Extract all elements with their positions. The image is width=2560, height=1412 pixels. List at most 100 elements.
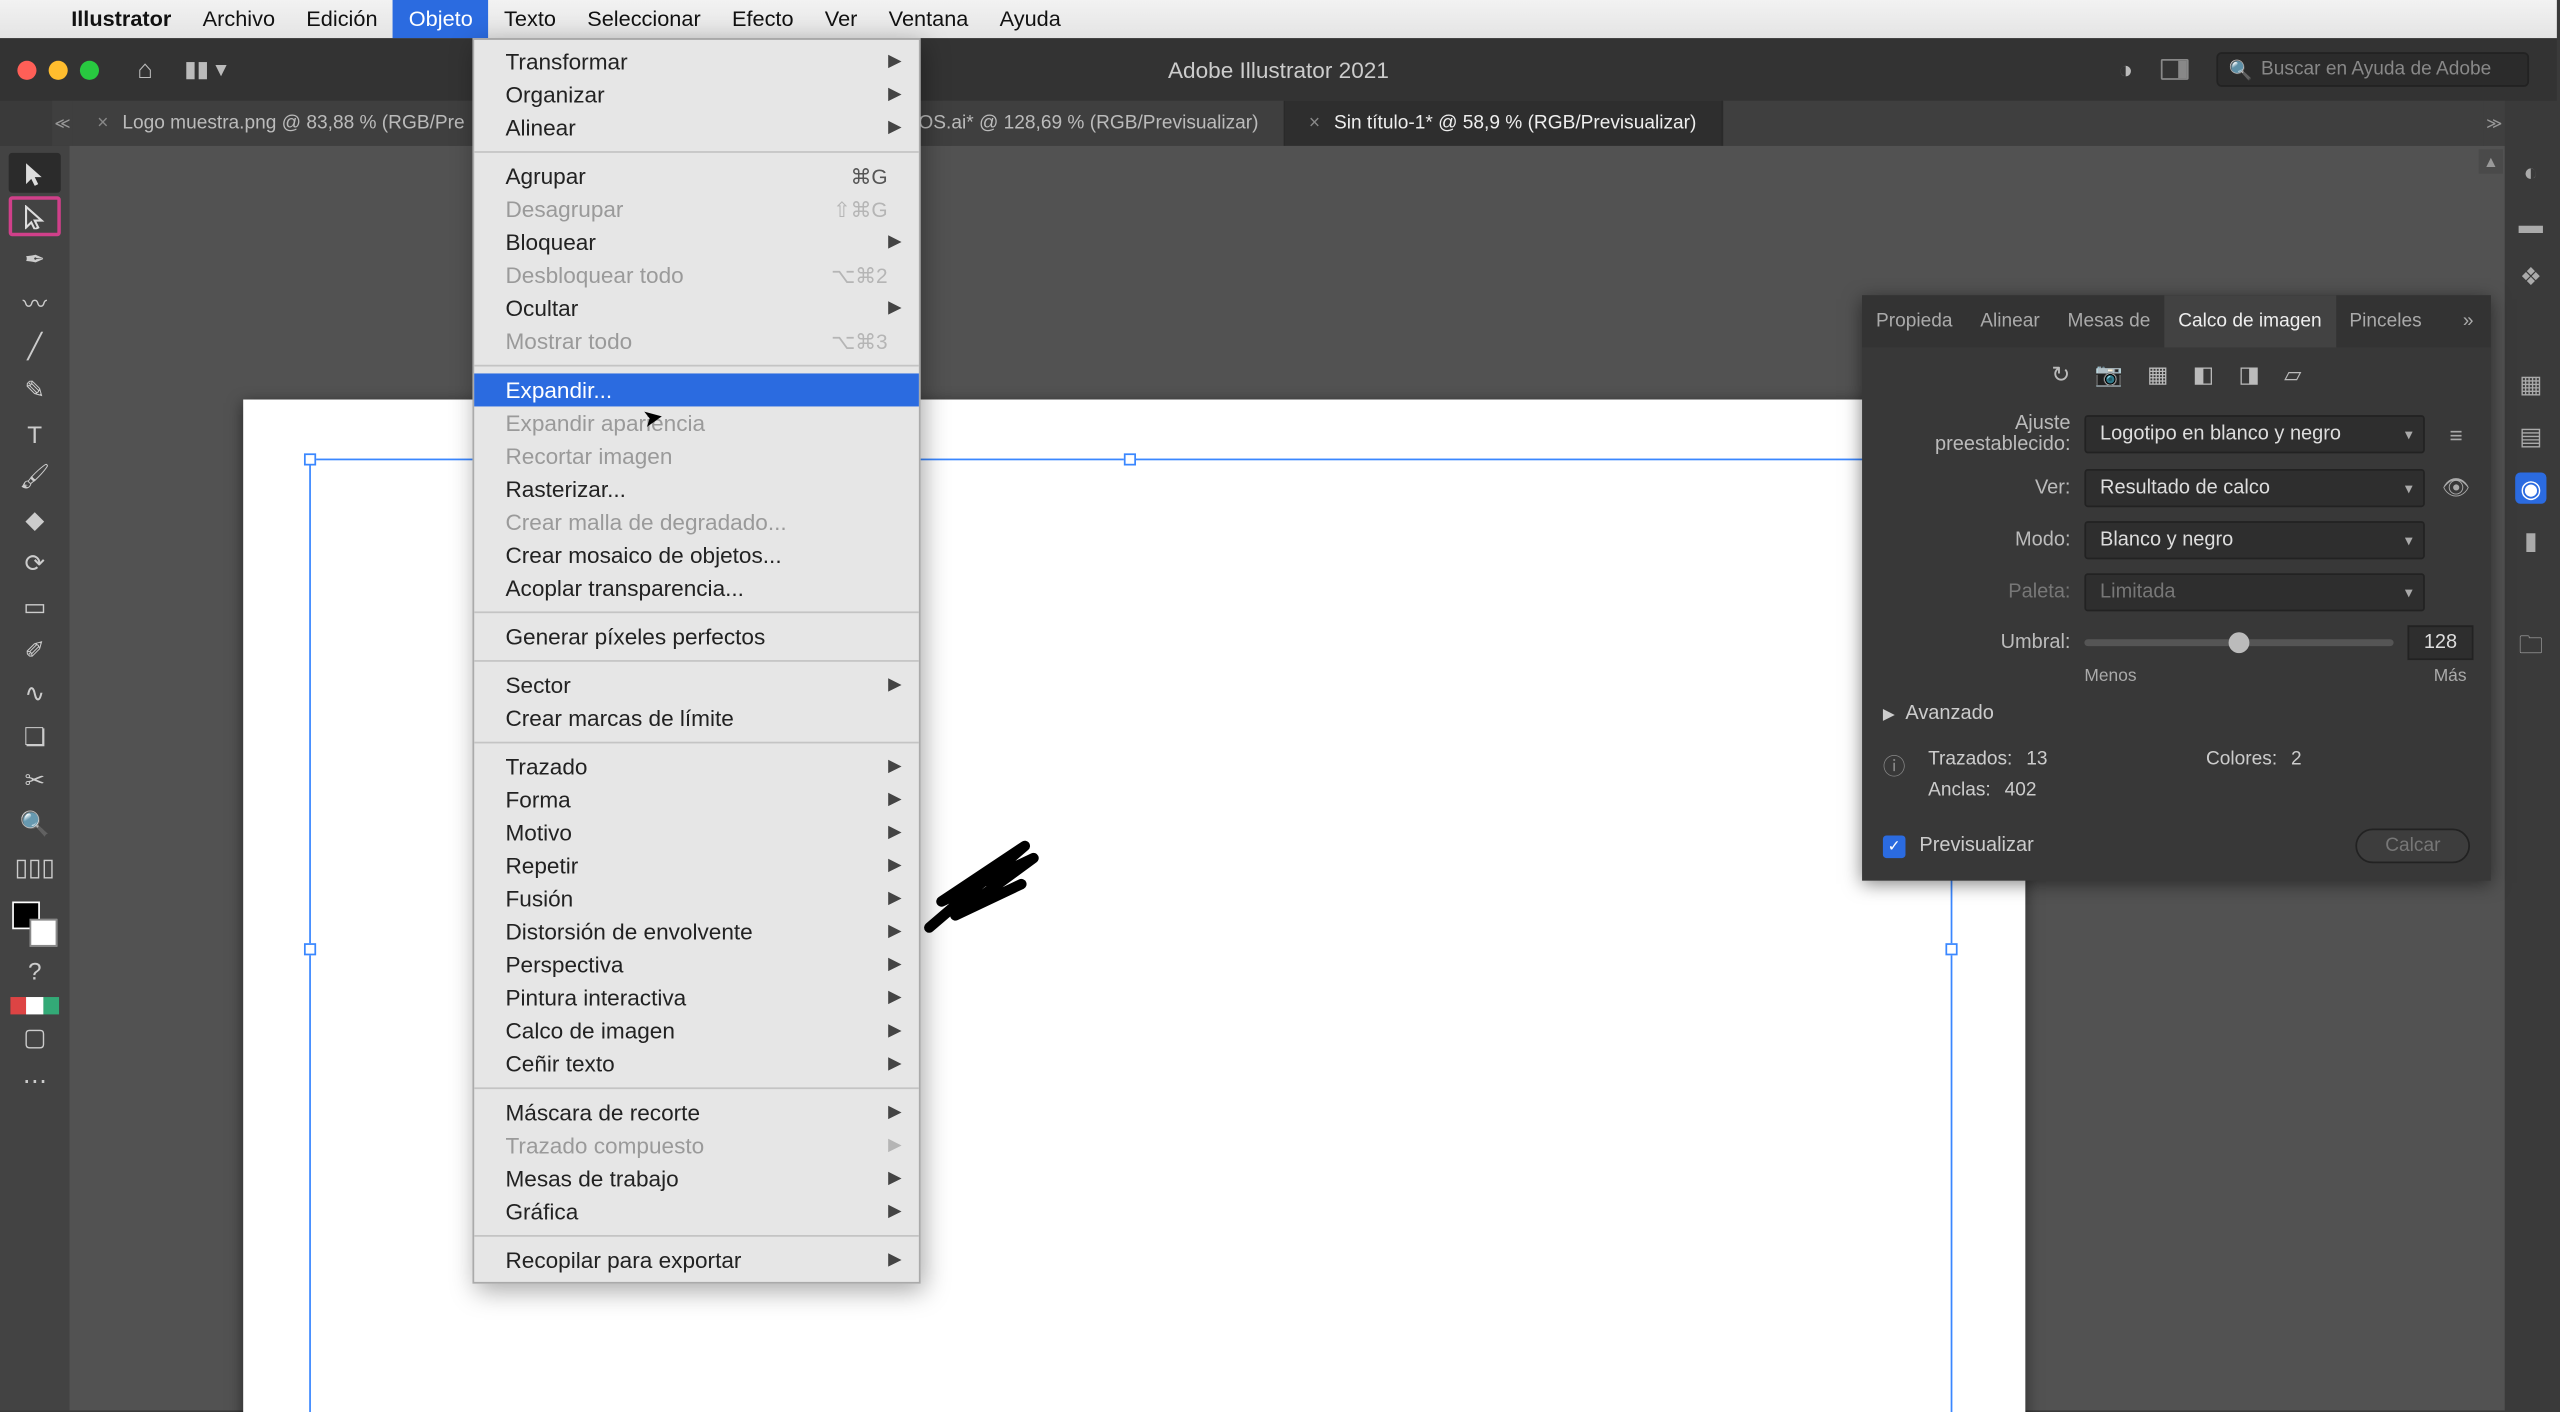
menu-item[interactable]: Crear marcas de límite [474, 702, 919, 735]
menu-item[interactable]: Repetir▶ [474, 849, 919, 882]
rotate-tool[interactable]: ⟳ [9, 544, 61, 584]
home-icon[interactable]: ⌂ [137, 55, 153, 85]
panel-tab[interactable]: Propieda [1862, 295, 1966, 347]
menu-item[interactable]: Perspectiva▶ [474, 948, 919, 981]
menu-item[interactable]: Rasterizar... [474, 472, 919, 505]
asset-export-icon[interactable]: 🗀 [2515, 632, 2546, 663]
color-panel-icon[interactable]: ▬ [2515, 208, 2546, 239]
graph-tool[interactable]: ▯▯▯ [9, 848, 61, 888]
menu-item[interactable]: Gráfica▶ [474, 1195, 919, 1228]
menu-item-objeto[interactable]: Objeto [393, 0, 488, 38]
brush-tool[interactable]: 🖌 [9, 457, 61, 497]
menu-item[interactable]: Calco de imagen▶ [474, 1014, 919, 1047]
menu-item[interactable]: Alinear▶ [474, 111, 919, 144]
workspace-toggle-icon[interactable] [2161, 59, 2189, 80]
line-tool[interactable]: ╱ [9, 327, 61, 367]
menu-item[interactable]: Crear mosaico de objetos... [474, 538, 919, 571]
menu-item[interactable]: Organizar▶ [474, 78, 919, 111]
gray-icon[interactable]: ◨ [2238, 361, 2259, 389]
menu-item[interactable]: Máscara de recorte▶ [474, 1096, 919, 1129]
panel-tab[interactable]: Alinear [1966, 295, 2053, 347]
resize-handle[interactable] [304, 453, 316, 465]
resize-handle[interactable] [1124, 453, 1136, 465]
menu-item[interactable]: Recopilar para exportar▶ [474, 1244, 919, 1277]
scroll-up-icon[interactable]: ▲ [2479, 149, 2503, 173]
menu-item[interactable]: Mesas de trabajo▶ [474, 1162, 919, 1195]
menu-item-ver[interactable]: Ver [809, 0, 873, 38]
user-sync-icon[interactable]: ◑ [2118, 56, 2133, 84]
panel-more-icon[interactable]: » [2445, 295, 2490, 347]
menu-item[interactable]: Forma▶ [474, 783, 919, 816]
properties-panel-icon[interactable]: ◐ [2515, 156, 2546, 187]
menu-item-ayuda[interactable]: Ayuda [984, 0, 1076, 38]
photo-icon[interactable]: 📷 [2095, 361, 2123, 389]
eye-icon[interactable]: 👁 [2439, 474, 2474, 502]
tab-scroll-left[interactable]: ≪ [52, 101, 73, 146]
edit-toolbar-icon[interactable]: ⋯ [9, 1061, 61, 1101]
zoom-tool[interactable]: 🔍 [9, 804, 61, 844]
menu-item[interactable]: Motivo▶ [474, 816, 919, 849]
high-icon[interactable]: ▦ [2147, 361, 2168, 389]
menu-item-archivo[interactable]: Archivo [187, 0, 291, 38]
menu-item[interactable]: Agrupar⌘G [474, 160, 919, 193]
color-chips[interactable] [12, 902, 57, 947]
help-search-input[interactable]: 🔍 Buscar en Ayuda de Adobe [2216, 52, 2529, 87]
menu-item[interactable]: Bloquear▶ [474, 226, 919, 259]
tab-scroll-right[interactable]: ≫ [2484, 101, 2505, 146]
eyedropper-tool[interactable]: ✐ [9, 631, 61, 671]
maximize-icon[interactable] [80, 60, 99, 79]
low-icon[interactable]: ◧ [2193, 361, 2214, 389]
panel-tab[interactable]: Mesas de [2054, 295, 2165, 347]
menu-item-edición[interactable]: Edición [291, 0, 393, 38]
symbol-tool-icon[interactable]: ❏ [9, 717, 61, 757]
pen-tool[interactable]: ✒ [9, 240, 61, 280]
appearance-panel-icon[interactable]: ◉ [2515, 472, 2546, 503]
menu-item[interactable]: Distorsión de envolvente▶ [474, 915, 919, 948]
resize-handle[interactable] [304, 943, 316, 955]
pen-tool-alt[interactable]: ✎ [9, 370, 61, 410]
menu-item[interactable]: Sector▶ [474, 669, 919, 702]
menu-item-ventana[interactable]: Ventana [873, 0, 984, 38]
panel-tab[interactable]: Pinceles [2336, 295, 2436, 347]
close-tab-icon[interactable]: × [1309, 113, 1320, 134]
layers-panel-icon[interactable]: ❖ [2515, 261, 2546, 292]
slice-tool[interactable]: ✂ [9, 761, 61, 801]
view-select[interactable]: Resultado de calco▾ [2084, 469, 2424, 507]
threshold-slider[interactable] [2084, 639, 2393, 646]
shape-builder-tool[interactable]: ◆ [9, 500, 61, 540]
menu-item[interactable]: Fusión▶ [474, 882, 919, 915]
fill-toggle-icon[interactable]: ? [9, 950, 61, 990]
menu-item[interactable]: Transformar▶ [474, 45, 919, 78]
app-name[interactable]: Illustrator [56, 7, 187, 31]
menu-item-efecto[interactable]: Efecto [716, 0, 809, 38]
arrange-documents-icon[interactable]: ▮▮ ▾ [184, 56, 226, 84]
document-tab[interactable]: ×Logo muestra.png @ 83,88 % (RGB/Pre [73, 101, 491, 146]
curvature-tool[interactable]: 〰 [9, 283, 61, 323]
menu-item-seleccionar[interactable]: Seleccionar [572, 0, 717, 38]
direct-selection-tool[interactable] [9, 196, 61, 236]
menu-item[interactable]: Pintura interactiva▶ [474, 981, 919, 1014]
preview-checkbox[interactable]: ✓ [1883, 835, 1906, 858]
type-tool[interactable]: T [9, 413, 61, 453]
trace-button[interactable]: Calcar [2356, 829, 2470, 864]
resize-handle[interactable] [1945, 943, 1957, 955]
close-tab-icon[interactable]: × [97, 113, 108, 134]
advanced-toggle[interactable]: ▶Avanzado [1862, 693, 2491, 735]
menu-item[interactable]: Ceñir texto▶ [474, 1047, 919, 1080]
libraries-panel-icon[interactable]: ▦ [2515, 368, 2546, 399]
swatches-panel-icon[interactable]: ▤ [2515, 420, 2546, 451]
threshold-value[interactable]: 128 [2407, 625, 2473, 660]
menu-item[interactable]: Ocultar▶ [474, 292, 919, 325]
window-controls[interactable] [0, 60, 99, 79]
menu-item[interactable]: Trazado▶ [474, 750, 919, 783]
menu-item[interactable]: Expandir... [474, 373, 919, 406]
document-tab[interactable]: ×Sin título-1* @ 58,9 % (RGB/Previsualiz… [1285, 101, 1723, 146]
preset-menu-icon[interactable]: ≡ [2439, 421, 2474, 447]
menu-item[interactable]: Generar píxeles perfectos [474, 620, 919, 653]
outline-icon[interactable]: ▱ [2284, 361, 2301, 389]
selection-tool[interactable] [9, 153, 61, 193]
blend-tool[interactable]: ∿ [9, 674, 61, 714]
close-icon[interactable] [17, 60, 36, 79]
rectangle-tool[interactable]: ▭ [9, 587, 61, 627]
color-mode-strip[interactable] [10, 997, 59, 1014]
